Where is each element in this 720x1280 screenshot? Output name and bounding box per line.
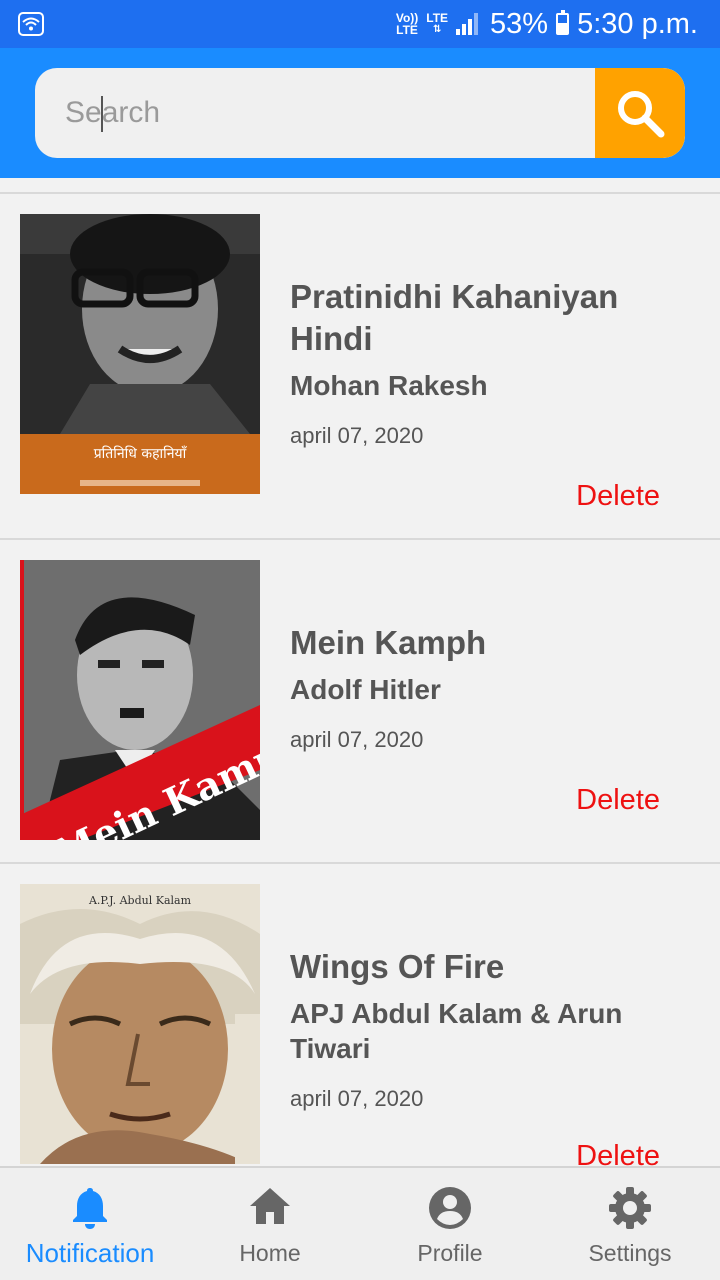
battery-percentage: 53%: [490, 7, 549, 40]
nav-home[interactable]: Home: [180, 1168, 360, 1280]
signal-icon: [456, 13, 479, 35]
book-date: april 07, 2020: [290, 727, 424, 752]
nav-profile[interactable]: Profile: [360, 1168, 540, 1280]
status-bar: Vo)) LTE LTE ⇅ 53% 5:30 p.m.: [0, 0, 720, 48]
book-title: Mein Kamph: [290, 624, 487, 661]
book-info: Pratinidhi Kahaniyan Hindi Mohan Rakesh …: [290, 276, 700, 449]
search-bar: [35, 68, 685, 158]
book-info: Mein Kamph Adolf Hitler april 07, 2020: [290, 622, 700, 753]
book-list[interactable]: प्रतिनिधि कहानियाँ Pratinidhi Kahaniyan …: [0, 192, 720, 1167]
book-date: april 07, 2020: [290, 423, 424, 448]
search-button[interactable]: [595, 68, 685, 158]
account-circle-icon: [429, 1187, 471, 1229]
search-icon: [618, 91, 665, 138]
book-card: Mein Kampf Mein Kamph Adolf Hitler april…: [0, 538, 720, 862]
book-cover: Mein Kampf: [20, 560, 260, 840]
nav-settings[interactable]: Settings: [540, 1168, 720, 1280]
book-cover: A.P.J. Abdul Kalam: [20, 884, 260, 1164]
volte-indicator: Vo)) LTE: [395, 11, 419, 37]
cover-title-text: प्रतिनिधि कहानियाँ: [94, 445, 188, 462]
nav-label: Settings: [588, 1240, 672, 1266]
nav-label: Profile: [417, 1240, 483, 1266]
book-title: Wings Of Fire: [290, 948, 505, 985]
wifi-icon: [18, 12, 44, 36]
delete-button[interactable]: Delete: [576, 784, 660, 817]
book-author: APJ Abdul Kalam & Arun Tiwari: [290, 998, 623, 1064]
book-card: प्रतिनिधि कहानियाँ Pratinidhi Kahaniyan …: [0, 192, 720, 538]
bottom-navigation: Notification Home Profile Settings: [0, 1166, 720, 1280]
delete-button[interactable]: Delete: [576, 1140, 660, 1167]
book-date: april 07, 2020: [290, 1086, 424, 1111]
clock: 5:30 p.m.: [577, 7, 698, 40]
book-author: Mohan Rakesh: [290, 370, 488, 401]
network-type: LTE ⇅: [426, 11, 449, 35]
book-cover: प्रतिनिधि कहानियाँ: [20, 214, 260, 494]
battery-icon: [556, 10, 570, 35]
nav-label: Home: [239, 1240, 301, 1266]
text-cursor: [101, 96, 103, 132]
app-header: [0, 48, 720, 178]
cover-title-text: A.P.J. Abdul Kalam: [88, 894, 192, 907]
book-author: Adolf Hitler: [290, 674, 441, 705]
gear-icon: [609, 1187, 651, 1229]
book-title: Pratinidhi Kahaniyan Hindi: [290, 278, 619, 357]
bell-icon: [73, 1188, 107, 1229]
search-input[interactable]: [65, 68, 595, 158]
home-icon: [250, 1188, 290, 1224]
nav-label: Notification: [25, 1238, 155, 1268]
book-card: A.P.J. Abdul Kalam Wings Of Fire APJ Abd…: [0, 862, 720, 1167]
delete-button[interactable]: Delete: [576, 480, 660, 513]
nav-notification[interactable]: Notification: [0, 1168, 180, 1280]
book-info: Wings Of Fire APJ Abdul Kalam & Arun Tiw…: [290, 946, 700, 1112]
